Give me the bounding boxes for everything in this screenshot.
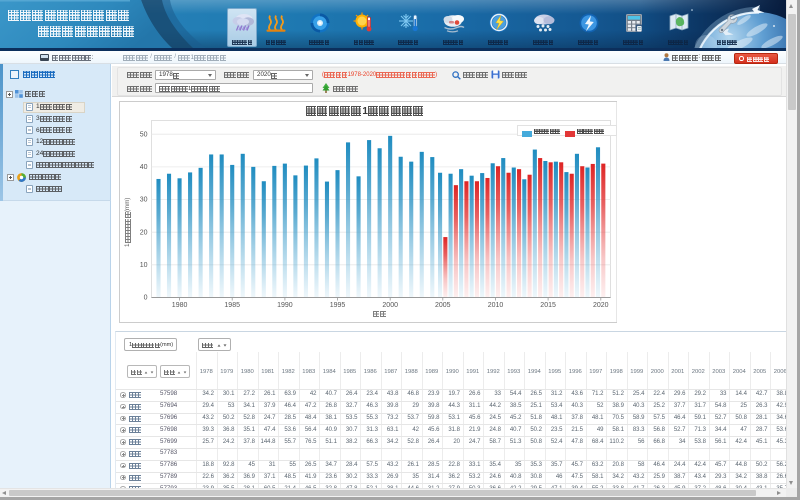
svg-text:10: 10 [139,262,147,269]
svg-text:2015: 2015 [540,302,556,309]
svg-text:50: 50 [139,131,147,138]
svg-text:1980: 1980 [171,302,187,309]
svg-text:1995: 1995 [329,302,345,309]
svg-text:40: 40 [139,164,147,171]
svg-text:30: 30 [139,197,147,204]
svg-text:20: 20 [139,229,147,236]
svg-text:2000: 2000 [382,302,398,309]
svg-text:2005: 2005 [435,302,451,309]
svg-text:1990: 1990 [277,302,293,309]
svg-text:1985: 1985 [224,302,240,309]
svg-text:0: 0 [143,295,147,302]
svg-text:2020: 2020 [593,302,609,309]
svg-text:2010: 2010 [487,302,503,309]
